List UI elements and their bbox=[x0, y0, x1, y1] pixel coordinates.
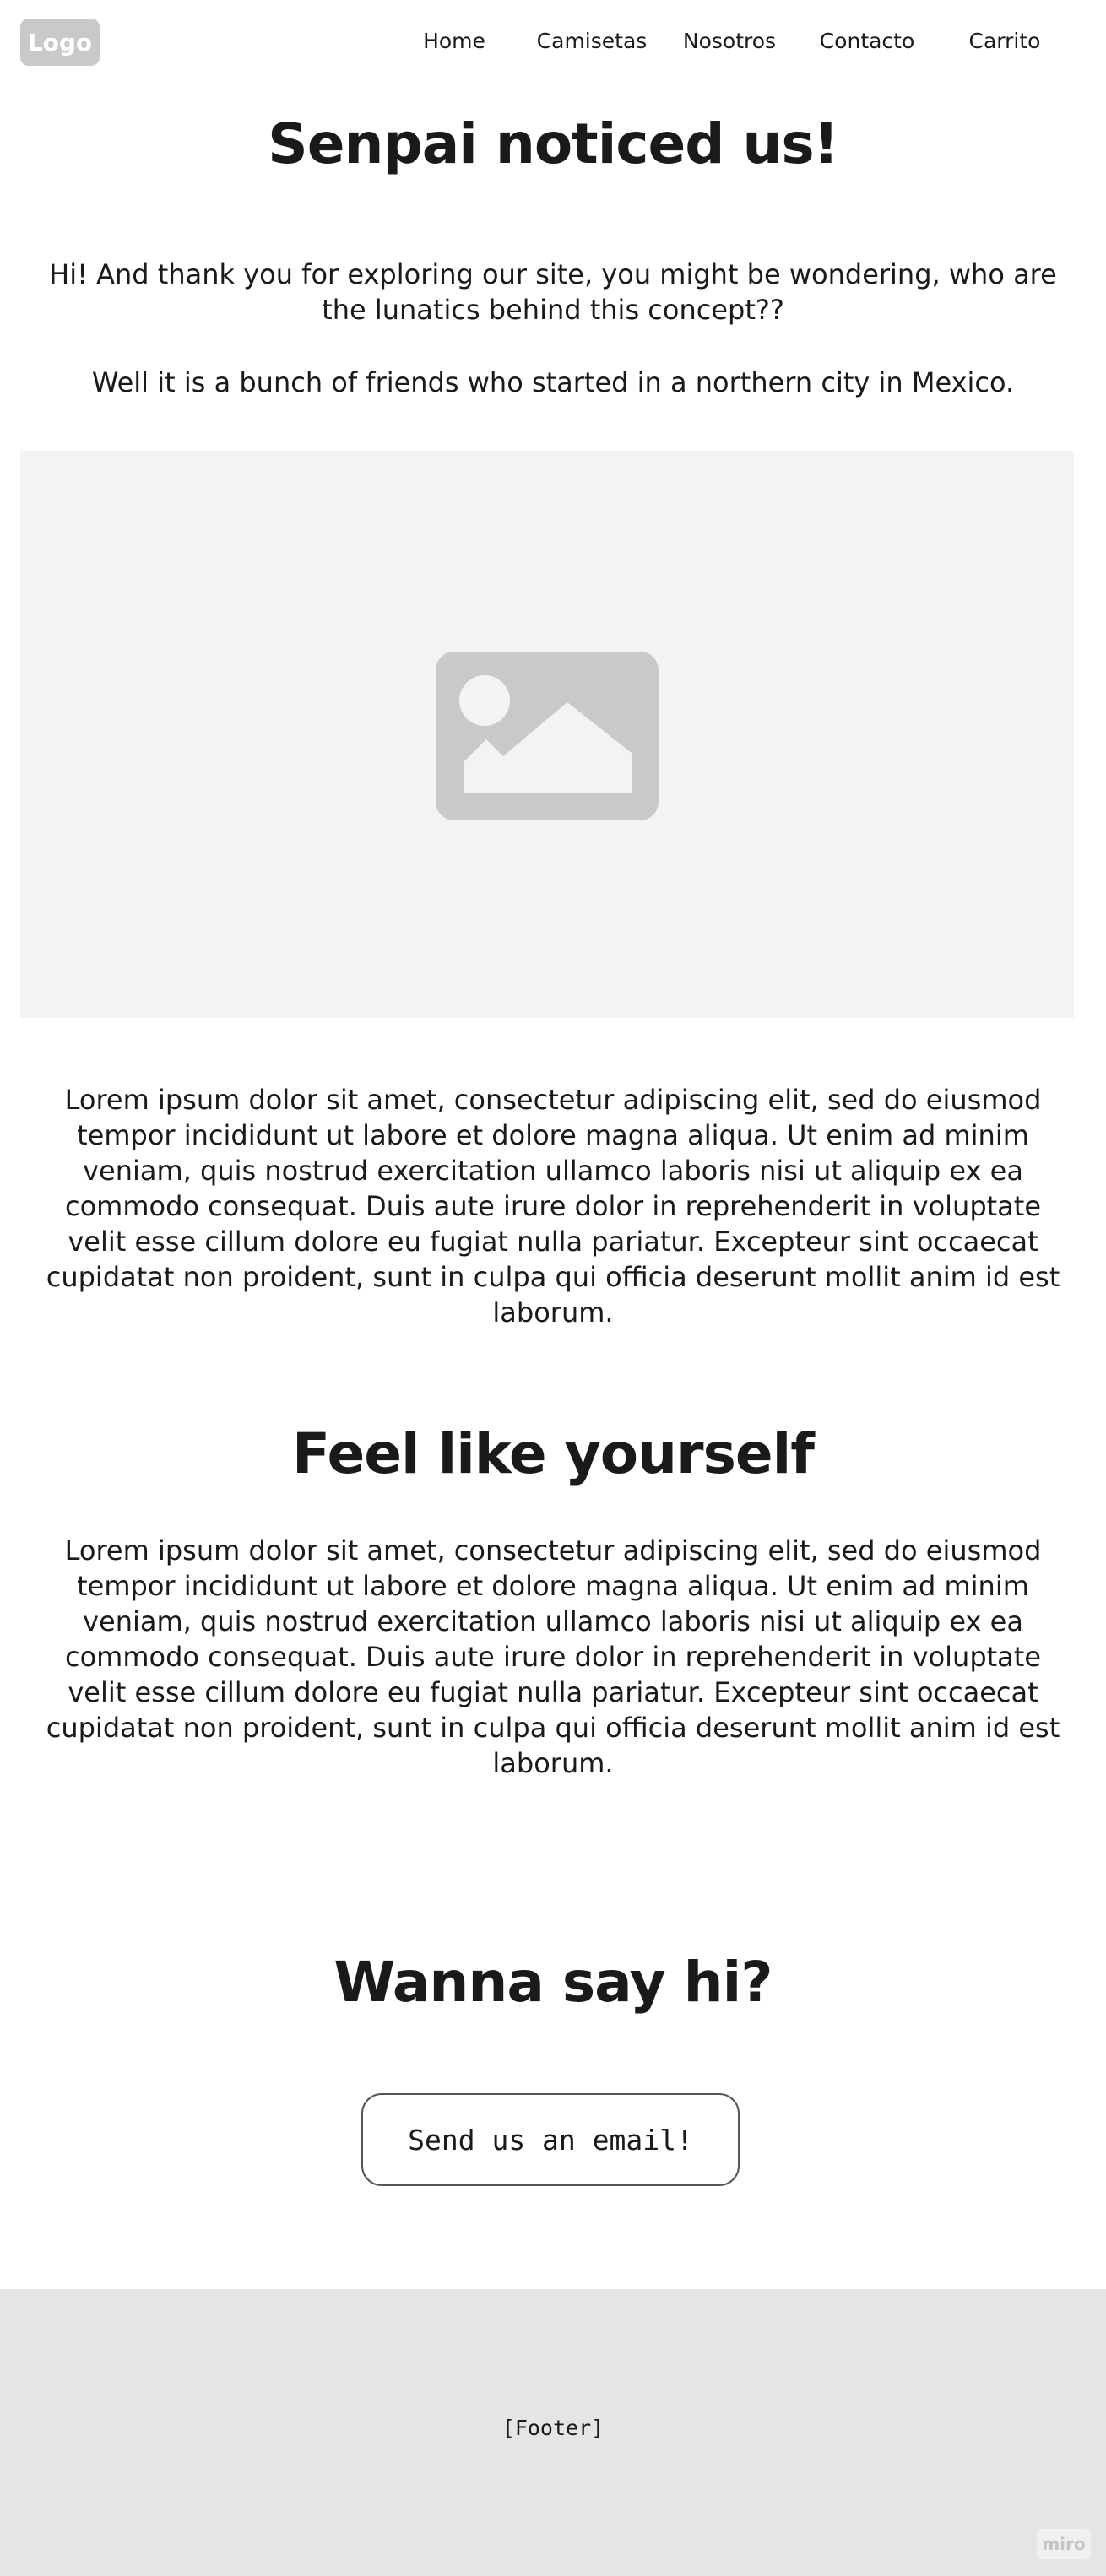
feel-paragraph: Lorem ipsum dolor sit amet, consectetur … bbox=[46, 1534, 1060, 1779]
intro-paragraph-secondary: Well it is a bunch of friends who starte… bbox=[91, 366, 1015, 398]
miro-badge[interactable]: miro bbox=[1037, 2529, 1091, 2559]
page-title: Senpai noticed us! bbox=[268, 111, 839, 176]
nav-link-camisetas[interactable]: Camisetas bbox=[524, 25, 659, 56]
logo[interactable]: Logo bbox=[20, 19, 100, 66]
top-navigation: Logo Home Camisetas Nosotros Contacto Ca… bbox=[0, 0, 1106, 84]
nav-link-home[interactable]: Home bbox=[387, 25, 522, 56]
nav-link-contacto[interactable]: Contacto bbox=[800, 25, 935, 56]
footer-label: [Footer] bbox=[501, 2416, 605, 2440]
intro-paragraph: Hi! And thank you for exploring our site… bbox=[49, 258, 1057, 326]
nav-link-nosotros[interactable]: Nosotros bbox=[662, 25, 797, 56]
about-paragraph: Lorem ipsum dolor sit amet, consectetur … bbox=[46, 1084, 1060, 1329]
image-placeholder-icon bbox=[436, 652, 659, 820]
section-heading-contact: Wanna say hi? bbox=[333, 1950, 773, 2015]
send-email-button[interactable]: Send us an email! bbox=[361, 2093, 740, 2186]
section-heading-feel: Feel like yourself bbox=[292, 1421, 815, 1486]
nav-link-carrito[interactable]: Carrito bbox=[937, 25, 1072, 56]
